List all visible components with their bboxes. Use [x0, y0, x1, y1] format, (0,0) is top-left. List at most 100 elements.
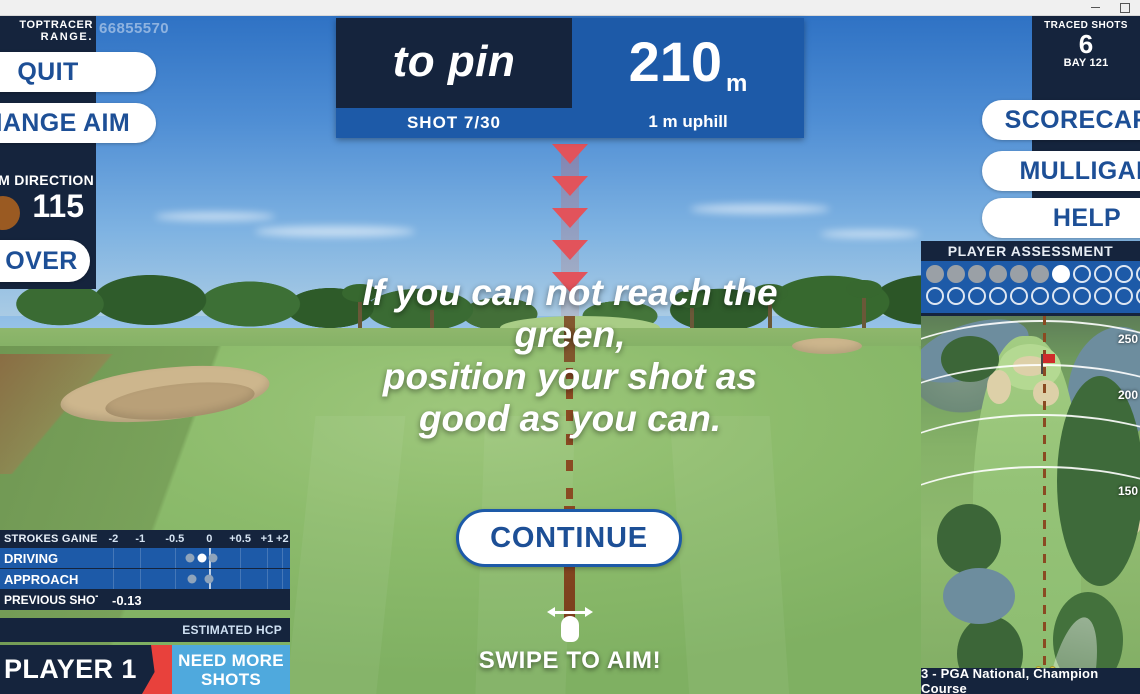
- aim-chevron-icon: [552, 240, 588, 262]
- assessment-dot-current: [1052, 265, 1070, 283]
- assessment-row: [926, 287, 1140, 305]
- window-titlebar: [0, 0, 1140, 16]
- strokes-gained-panel: STROKES GAINED -2 -1 -0.5 0 +0.5 +1 +2 DRIVING…: [0, 530, 290, 610]
- player-assessment-grid: [921, 261, 1140, 313]
- scale-gridline: [282, 548, 284, 568]
- distance-panel: to pin SHOT 7/30 210 m 1 m uphill: [336, 18, 804, 138]
- traced-shots-value: 6: [1078, 29, 1094, 59]
- to-pin-label: to pin: [392, 37, 516, 86]
- swipe-to-aim-hint: SWIPE TO AIM!: [440, 605, 700, 675]
- mulligan-button[interactable]: MULLIGAN: [982, 151, 1140, 191]
- assessment-dot-empty: [926, 287, 944, 305]
- assessment-dot-empty: [968, 287, 986, 305]
- scale-tick: -0.5: [165, 533, 185, 545]
- instruction-line-1: If you can not reach the: [362, 272, 778, 313]
- assessment-dot-empty: [1136, 265, 1140, 283]
- change-aim-button[interactable]: CHANGE AIM: [0, 103, 156, 143]
- scale-gridline: [282, 569, 284, 589]
- aim-direction-widget: AIM DIRECTION 115: [0, 166, 96, 230]
- cloud: [155, 212, 275, 221]
- aim-chevron-icon: [552, 144, 588, 166]
- hand-swipe-icon: [440, 605, 700, 647]
- assessment-dot-filled: [968, 265, 986, 283]
- distance-value: 210: [628, 30, 723, 93]
- aim-dial-icon: [0, 196, 20, 230]
- previous-shot-row: PREVIOUS SHOT -0.13: [0, 590, 290, 610]
- elevation-text: 1 m uphill: [648, 112, 728, 131]
- approach-row: APPROACH: [0, 569, 290, 590]
- scale-tick: +1: [260, 533, 274, 545]
- minimize-icon[interactable]: [1080, 0, 1110, 16]
- assessment-dot-filled: [1010, 265, 1028, 283]
- assessment-dot-filled: [947, 265, 965, 283]
- help-button[interactable]: HELP: [982, 198, 1140, 238]
- assessment-dot-empty: [947, 287, 965, 305]
- session-id: 66855570: [99, 20, 169, 37]
- distance-unit: m: [726, 70, 748, 97]
- hole-minimap[interactable]: 250 200 150 3 - PGA National, Champion C…: [921, 313, 1140, 694]
- quit-button[interactable]: QUIT: [0, 52, 156, 92]
- strokes-gained-dot: [187, 574, 197, 584]
- estimated-hcp-bar: ESTIMATED HCP: [0, 618, 290, 642]
- hand-icon: [561, 616, 579, 642]
- swipe-label: SWIPE TO AIM!: [478, 647, 662, 674]
- strokes-gained-dot: [185, 553, 195, 563]
- instruction-line-4: good as you can.: [418, 398, 722, 439]
- arc-label-250: 250: [1117, 332, 1138, 346]
- aim-direction-label: AIM DIRECTION: [0, 172, 94, 188]
- need-more-line-2: SHOTS: [200, 669, 262, 689]
- previous-shot-value: -0.13: [112, 592, 142, 608]
- assessment-dot-empty: [989, 287, 1007, 305]
- player-assessment-title: PLAYER ASSESSMENT: [947, 243, 1114, 259]
- arc-label-150: 150: [1117, 484, 1138, 498]
- bay-label: BAY 121: [1063, 57, 1109, 69]
- strokes-gained-dot: [208, 553, 218, 563]
- estimated-hcp-label: ESTIMATED HCP: [182, 623, 282, 637]
- need-more-shots-badge: NEED MORE SHOTS: [172, 645, 290, 694]
- driving-track: [98, 548, 290, 568]
- strokes-gained-scale: -2 -1 -0.5 0 +0.5 +1 +2: [98, 530, 290, 548]
- palm-crown: [846, 280, 882, 298]
- course-caption: 3 - PGA National, Champion Course: [921, 666, 1140, 694]
- driving-label: DRIVING: [4, 550, 59, 566]
- cloud: [820, 230, 920, 238]
- aim-dash: [566, 460, 573, 471]
- scale-gridline: [266, 548, 268, 568]
- toptracer-logo: TOPTRACER RANGE.: [0, 16, 96, 46]
- arc-label-200: 200: [1117, 388, 1138, 402]
- assessment-dot-filled: [989, 265, 1007, 283]
- maximize-icon[interactable]: [1110, 0, 1140, 16]
- player-name: PLAYER 1: [4, 654, 137, 684]
- scale-gridline: [240, 569, 242, 589]
- scale-gridline: [113, 569, 115, 589]
- assessment-dot-empty: [1115, 287, 1133, 305]
- aim-chevron-icon: [552, 176, 588, 198]
- shot-counter: SHOT 7/30: [336, 106, 572, 138]
- minimap-aim-line: [1043, 316, 1046, 676]
- scale-gridline: [140, 569, 142, 589]
- scale-gridline: [174, 548, 176, 568]
- assessment-dot-empty: [1031, 287, 1049, 305]
- assessment-dot-filled: [1031, 265, 1049, 283]
- swoosh-decoration: [142, 645, 172, 694]
- logo-line-2: RANGE.: [40, 30, 93, 43]
- scale-tick: +2: [276, 533, 289, 545]
- instruction-overlay: If you can not reach the green, position…: [292, 272, 848, 440]
- logo-line-1: TOPTRACER: [19, 18, 93, 31]
- assessment-dot-empty: [1010, 287, 1028, 305]
- assessment-dot-filled: [926, 265, 944, 283]
- instruction-line-2: green,: [514, 314, 626, 355]
- aim-dash: [566, 488, 573, 499]
- fly-over-button[interactable]: FLY OVER: [0, 240, 90, 282]
- driving-row: DRIVING: [0, 548, 290, 569]
- scale-gridline: [266, 569, 268, 589]
- assessment-row: [926, 265, 1140, 283]
- continue-button[interactable]: CONTINUE: [456, 509, 682, 567]
- cloud: [255, 226, 415, 237]
- strokes-gained-dot: [204, 574, 214, 584]
- strokes-gained-label: STROKES GAINED: [4, 533, 98, 545]
- assessment-dot-empty: [1073, 265, 1091, 283]
- double-arrow-icon: [547, 607, 593, 617]
- scorecard-button[interactable]: SCORECARD: [982, 100, 1140, 140]
- assessment-dot-empty: [1094, 287, 1112, 305]
